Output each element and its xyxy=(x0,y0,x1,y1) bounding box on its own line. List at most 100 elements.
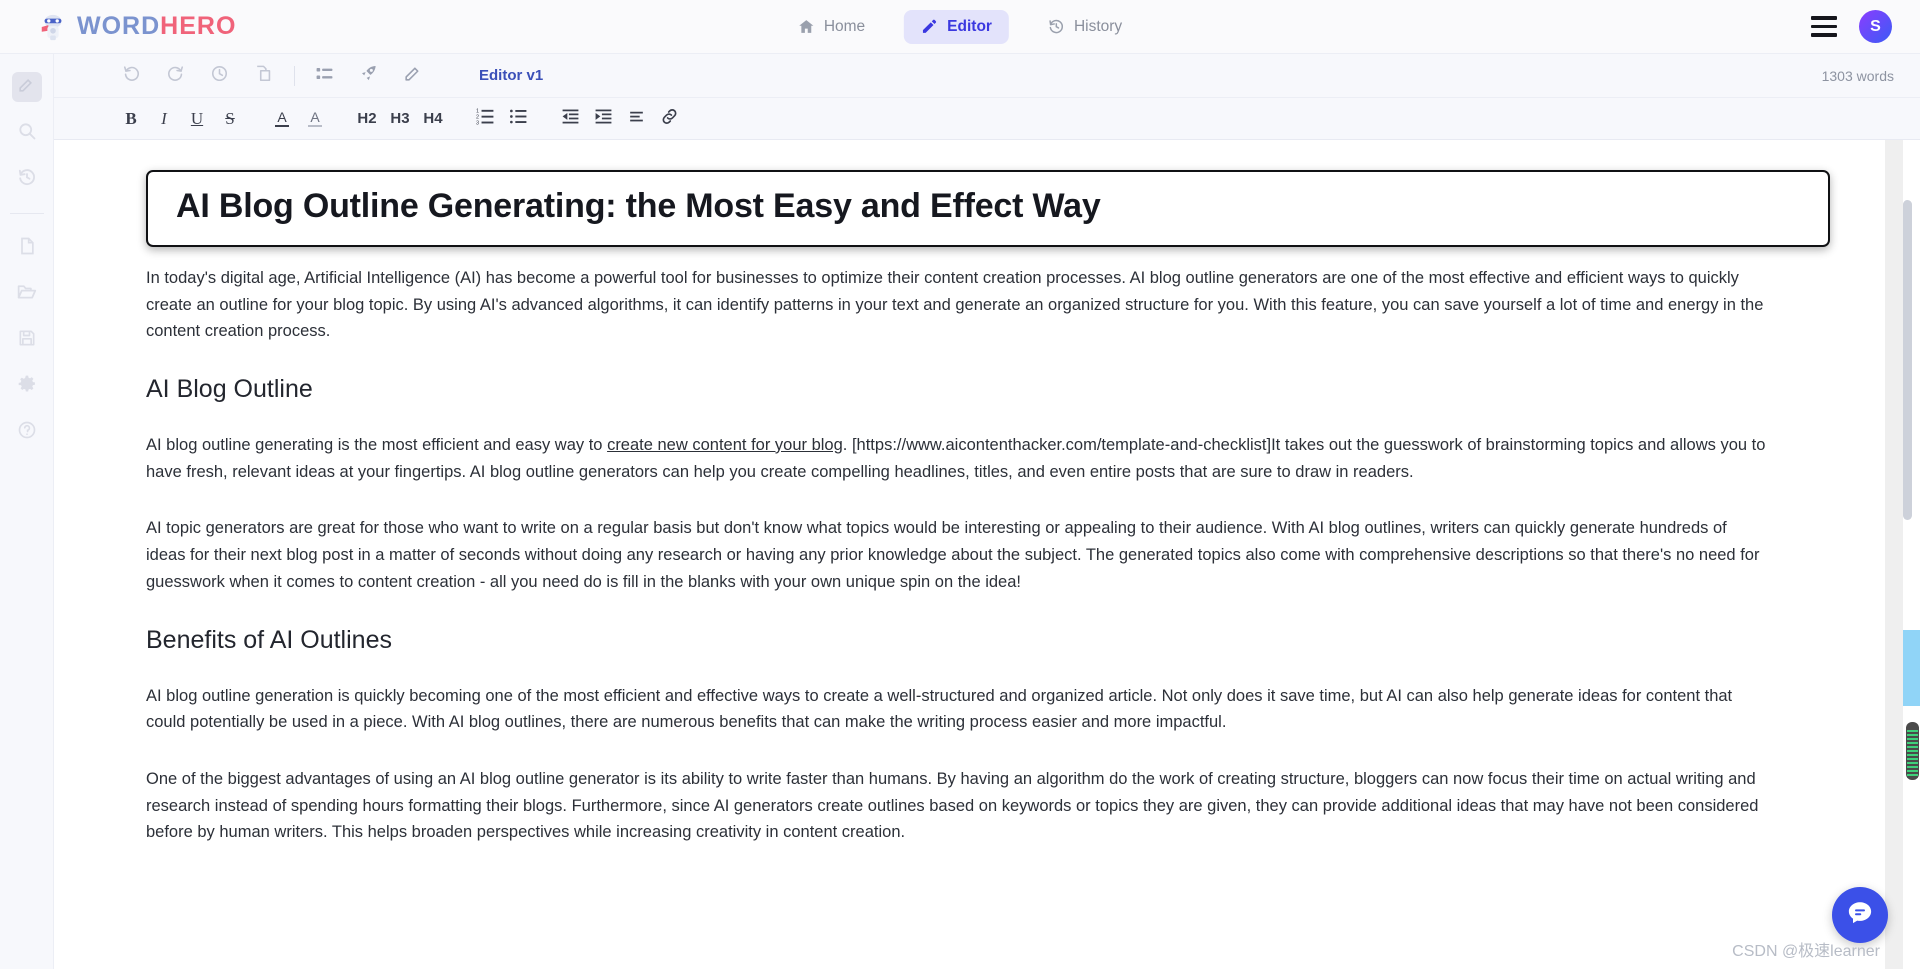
highlight-swatch xyxy=(308,124,322,128)
document-scrollbar-thumb[interactable] xyxy=(1903,200,1912,520)
svg-text:1: 1 xyxy=(476,108,479,114)
editor-toolbar: Editor v1 1303 words xyxy=(54,54,1920,98)
page-title[interactable]: AI Blog Outline Generating: the Most Eas… xyxy=(176,186,1800,227)
hamburger-bar xyxy=(1811,16,1837,20)
clock-icon xyxy=(210,64,229,88)
paragraph-with-link[interactable]: AI blog outline generating is the most e… xyxy=(146,432,1770,485)
strikethrough-button[interactable]: S xyxy=(215,105,245,133)
underline-button[interactable]: U xyxy=(182,105,212,133)
robot-hero-logo-icon xyxy=(38,12,68,42)
avatar-initial: S xyxy=(1870,17,1881,35)
document-body[interactable]: In today's digital age, Artificial Intel… xyxy=(146,247,1830,846)
search-icon xyxy=(17,121,37,146)
highlight-color-button[interactable]: A xyxy=(300,105,330,133)
svg-text:3: 3 xyxy=(476,120,479,126)
editor-version-label[interactable]: Editor v1 xyxy=(479,67,543,84)
edit-pencil-icon xyxy=(17,75,36,99)
hamburger-bar xyxy=(1811,33,1837,37)
paragraph[interactable]: One of the biggest advantages of using a… xyxy=(146,766,1770,846)
sidebar-item-history[interactable] xyxy=(12,164,42,194)
toolbar-divider xyxy=(294,65,295,86)
sidebar-item-search[interactable] xyxy=(12,118,42,148)
save-floppy-icon xyxy=(17,328,37,353)
sidebar-divider xyxy=(9,213,44,214)
redo-button[interactable] xyxy=(158,61,192,91)
document-title-box[interactable]: AI Blog Outline Generating: the Most Eas… xyxy=(146,170,1830,247)
outline-button[interactable] xyxy=(307,61,341,91)
heading-2-button[interactable]: H2 xyxy=(352,105,382,133)
nav-item-home-label: Home xyxy=(823,17,866,35)
bullet-list-icon xyxy=(509,107,528,131)
nav-item-home[interactable]: Home xyxy=(781,10,882,44)
document-inner: AI Blog Outline Generating: the Most Eas… xyxy=(54,140,1920,846)
redo-icon xyxy=(166,64,185,88)
paragraph[interactable]: AI blog outline generation is quickly be… xyxy=(146,683,1770,736)
history-revert-icon xyxy=(17,167,37,192)
paragraph[interactable]: In today's digital age, Artificial Intel… xyxy=(146,265,1770,345)
nav-item-history[interactable]: History xyxy=(1031,10,1139,44)
chat-bubble-icon xyxy=(1845,898,1875,933)
page-scrollbar-highlight[interactable] xyxy=(1903,630,1920,706)
brand-wordmark: WORDHERO xyxy=(77,12,236,41)
scrollbar-thumb-stripes xyxy=(1907,730,1918,778)
text-color-button[interactable]: A xyxy=(267,105,297,133)
open-folder-icon xyxy=(16,281,37,307)
brand-hero-part: HERO xyxy=(160,12,237,40)
sidebar-item-save[interactable] xyxy=(12,325,42,355)
brand-logo[interactable]: WORDHERO xyxy=(0,12,236,42)
chat-support-button[interactable] xyxy=(1832,887,1888,943)
document-area: AI Blog Outline Generating: the Most Eas… xyxy=(54,140,1920,969)
heading-4-button[interactable]: H4 xyxy=(418,105,448,133)
link-icon xyxy=(660,107,679,131)
new-document-icon xyxy=(17,236,37,261)
outdent-button[interactable] xyxy=(555,105,585,133)
boost-button[interactable] xyxy=(351,61,385,91)
text-color-swatch xyxy=(275,124,289,128)
rocket-icon xyxy=(359,64,378,88)
nav-right-group: S xyxy=(1811,10,1892,43)
pencil-icon xyxy=(403,64,422,88)
sidebar-item-open[interactable] xyxy=(12,279,42,309)
italic-icon: I xyxy=(161,108,167,128)
inline-link[interactable]: create new content for your blog xyxy=(607,436,843,454)
undo-button[interactable] xyxy=(114,61,148,91)
brand-word-part: WORD xyxy=(77,12,161,40)
hamburger-menu-icon[interactable] xyxy=(1811,16,1837,37)
nav-item-editor[interactable]: Editor xyxy=(904,9,1009,44)
gear-icon xyxy=(17,374,37,399)
paragraph[interactable]: AI topic generators are great for those … xyxy=(146,515,1770,595)
history-button[interactable] xyxy=(202,61,236,91)
page-scrollbar-thumb[interactable] xyxy=(1906,722,1919,780)
sidebar-item-new-document[interactable] xyxy=(12,233,42,263)
nav-item-history-label: History xyxy=(1073,17,1123,35)
ordered-list-button[interactable]: 1 2 3 xyxy=(470,105,500,133)
sidebar-item-settings[interactable] xyxy=(12,371,42,401)
copy-icon xyxy=(254,64,273,88)
main-column: Editor v1 1303 words B I U S A A H2 H3 H… xyxy=(54,54,1920,969)
h2-icon: H2 xyxy=(357,110,377,127)
left-sidebar xyxy=(0,54,54,969)
section-heading[interactable]: AI Blog Outline xyxy=(146,375,1770,404)
help-question-icon xyxy=(17,420,37,445)
align-button[interactable] xyxy=(621,105,651,133)
bullet-list-button[interactable] xyxy=(503,105,533,133)
paragraph-text-before: AI blog outline generating is the most e… xyxy=(146,435,608,454)
link-button[interactable] xyxy=(654,105,684,133)
format-toolbar: B I U S A A H2 H3 H4 1 2 3 xyxy=(54,98,1920,140)
nav-item-editor-label: Editor xyxy=(947,17,992,35)
heading-3-button[interactable]: H3 xyxy=(385,105,415,133)
section-heading[interactable]: Benefits of AI Outlines xyxy=(146,626,1770,655)
sidebar-item-help[interactable] xyxy=(12,417,42,447)
text-color-icon: A xyxy=(277,108,287,125)
sidebar-item-edit[interactable] xyxy=(11,72,42,102)
top-navigation-bar: WORDHERO Home Editor History S xyxy=(0,0,1920,54)
underline-icon: U xyxy=(190,108,204,128)
duplicate-button[interactable] xyxy=(246,61,280,91)
rewrite-button[interactable] xyxy=(395,61,429,91)
indent-button[interactable] xyxy=(588,105,618,133)
avatar[interactable]: S xyxy=(1859,10,1892,43)
align-icon xyxy=(627,107,646,131)
italic-button[interactable]: I xyxy=(149,105,179,133)
home-icon xyxy=(798,18,815,35)
bold-button[interactable]: B xyxy=(116,105,146,133)
